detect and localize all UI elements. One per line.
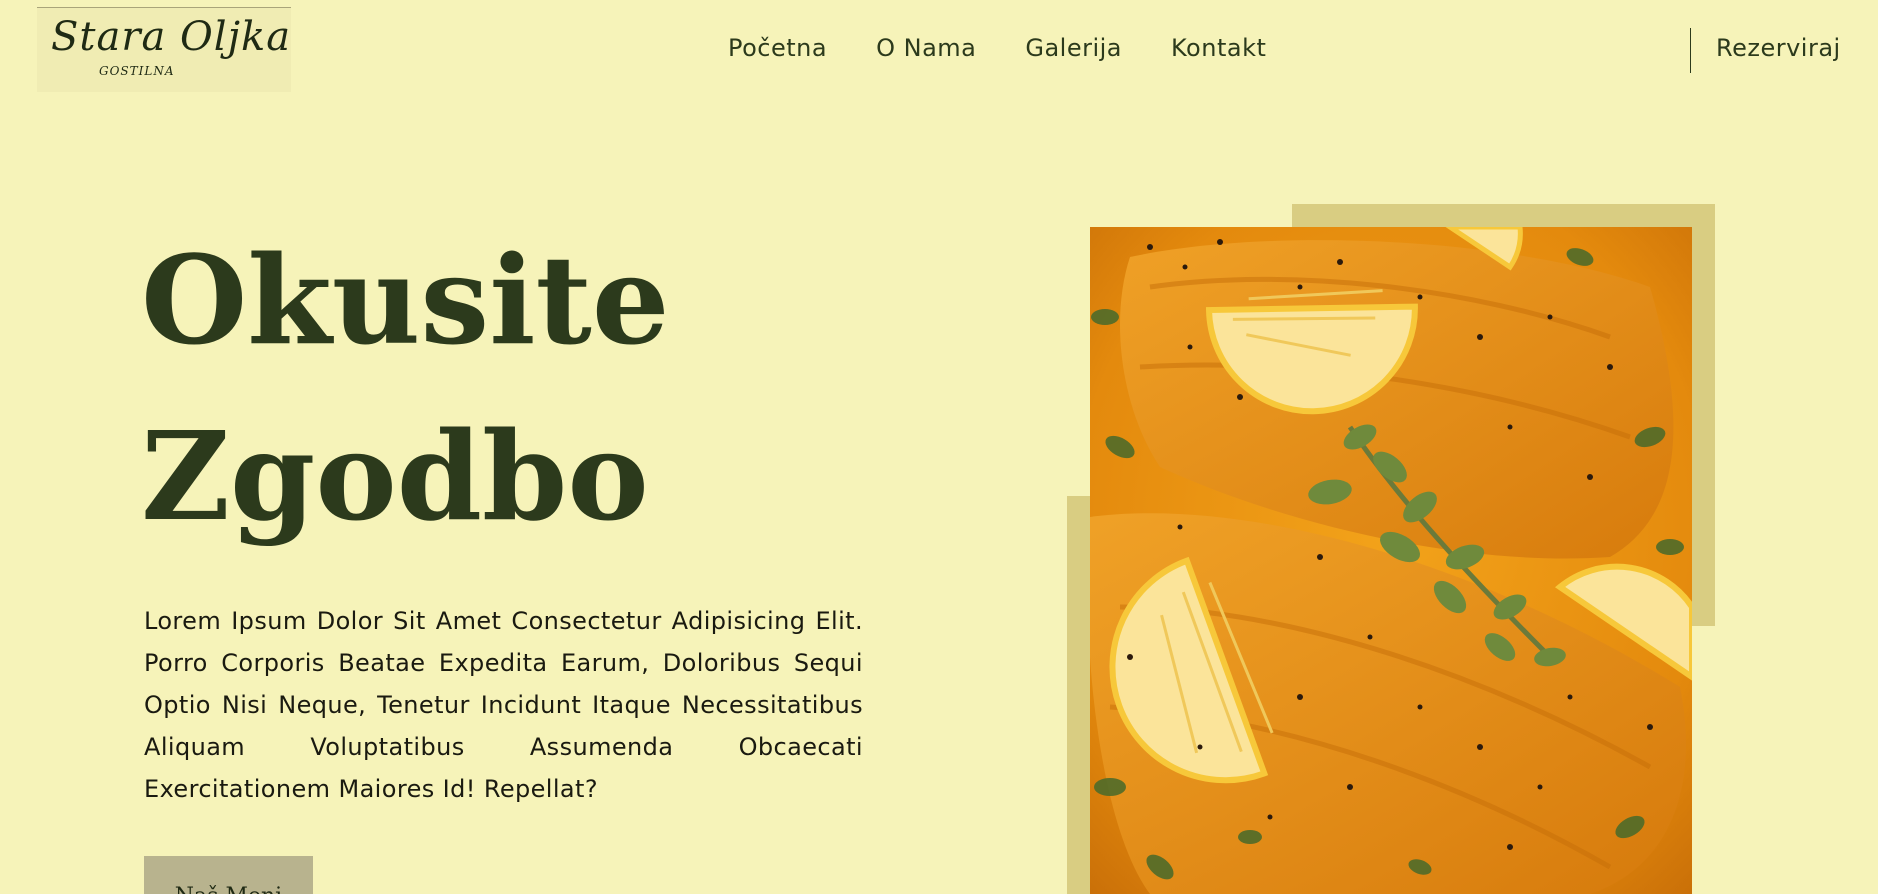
page: Stara Oljka GOSTILNA Početna O Nama Gale…: [0, 0, 1878, 894]
nav-divider: [1690, 28, 1691, 73]
hero-description: Lorem Ipsum Dolor Sit Amet Consectetur A…: [144, 607, 863, 803]
salmon-dish-illustration: [1090, 227, 1692, 894]
logo-subtitle: GOSTILNA: [99, 64, 175, 78]
hero-title-line-1: Okusite: [141, 228, 670, 372]
logo[interactable]: Stara Oljka GOSTILNA: [37, 7, 291, 92]
menu-button[interactable]: Naš Meni: [144, 856, 313, 894]
food-photo: [1090, 227, 1692, 894]
nav-item-o-nama[interactable]: O Nama: [876, 34, 976, 62]
logo-name: Stara Oljka: [51, 14, 292, 60]
main-nav: Početna O Nama Galerija Kontakt: [728, 34, 1266, 62]
reserve-link[interactable]: Rezerviraj: [1716, 34, 1841, 62]
nav-item-kontakt[interactable]: Kontakt: [1171, 34, 1266, 62]
hero-title-line-2: Zgodbo: [141, 404, 649, 548]
nav-item-pocetna[interactable]: Početna: [728, 34, 827, 62]
hero-title: Okusite Zgodbo: [141, 212, 841, 564]
nav-item-galerija[interactable]: Galerija: [1025, 34, 1122, 62]
